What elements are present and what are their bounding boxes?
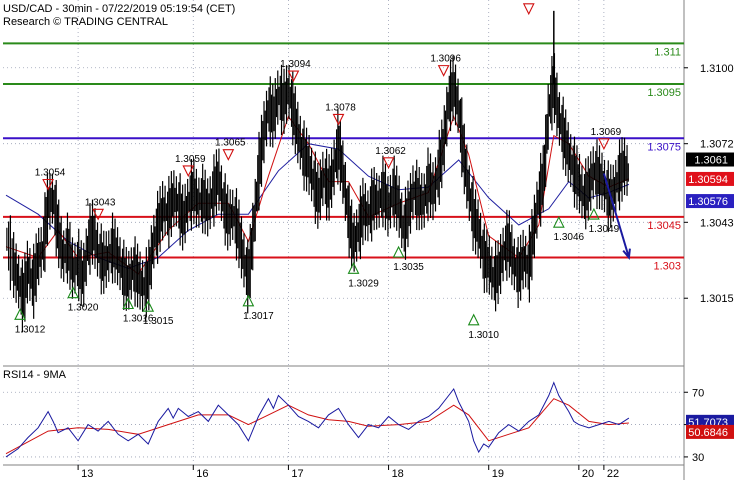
swing-low-label: 1.3029 [348,278,379,289]
price-badge-label: 1.30594 [688,174,728,186]
swing-high-label: 1.3062 [375,146,406,157]
swing-high-label: 1.3096 [430,54,461,65]
swing-high-label: 1.3059 [175,154,206,165]
swing-high-label: 1.3094 [280,59,311,70]
swing-low-label: 1.3017 [243,311,274,322]
price-tick-label: 1.3015 [700,293,734,305]
swing-low-label: 1.3035 [393,262,424,273]
swing-high-label: 1.3078 [325,102,356,113]
price-tick-label: 1.3100 [700,63,734,75]
time-tick-label: 20 [582,468,594,480]
chart-canvas: 1.311 1.3095 1.3075 1.3045 1.303 1.3012 1.305… [0,0,735,480]
swing-low-label: 1.3046 [554,232,585,243]
rsi-tick-label: 30 [692,452,704,464]
swing-low-label: 1.3010 [468,330,499,341]
swing-low-label: 1.3012 [15,324,46,335]
swing-low-label: 1.3015 [143,316,174,327]
rsi-badge-label: 50.6846 [688,427,728,439]
level-label: 1.303 [653,261,681,273]
time-tick-label: 17 [291,468,303,480]
usdcad-chart: 1.311 1.3095 1.3075 1.3045 1.303 1.3012 1.305… [0,0,735,480]
rsi-title: RSI14 - 9MA [3,369,67,381]
swing-high-label: 1.3043 [85,197,116,208]
rsi-tick-label: 70 [692,387,704,399]
time-tick-label: 13 [81,468,93,480]
level-label: 1.3095 [647,87,681,99]
swing-low-label: 1.3049 [589,224,620,235]
swing-high-label: 1.3065 [215,138,246,149]
swing-high-label: 1.3069 [591,127,622,138]
price-tick-label: 1.3043 [700,217,734,229]
price-badge-label: 1.3061 [694,155,728,167]
time-tick-label: 22 [607,468,619,480]
chart-subtitle: Research © TRADING CENTRAL [3,16,168,28]
time-tick-label: 18 [392,468,404,480]
time-tick-label: 19 [492,468,504,480]
price-tick-label: 1.3072 [700,139,734,151]
swing-low-label: 1.3020 [68,303,99,314]
swing-high-label: 1.3054 [35,167,66,178]
chart-title: USD/CAD - 30min - 07/22/2019 05:19:54 (C… [3,3,235,15]
level-label: 1.3075 [647,141,681,153]
level-label: 1.311 [654,46,681,58]
price-badge-label: 1.30576 [688,196,728,208]
level-label: 1.3045 [647,220,681,232]
time-tick-label: 16 [196,468,208,480]
